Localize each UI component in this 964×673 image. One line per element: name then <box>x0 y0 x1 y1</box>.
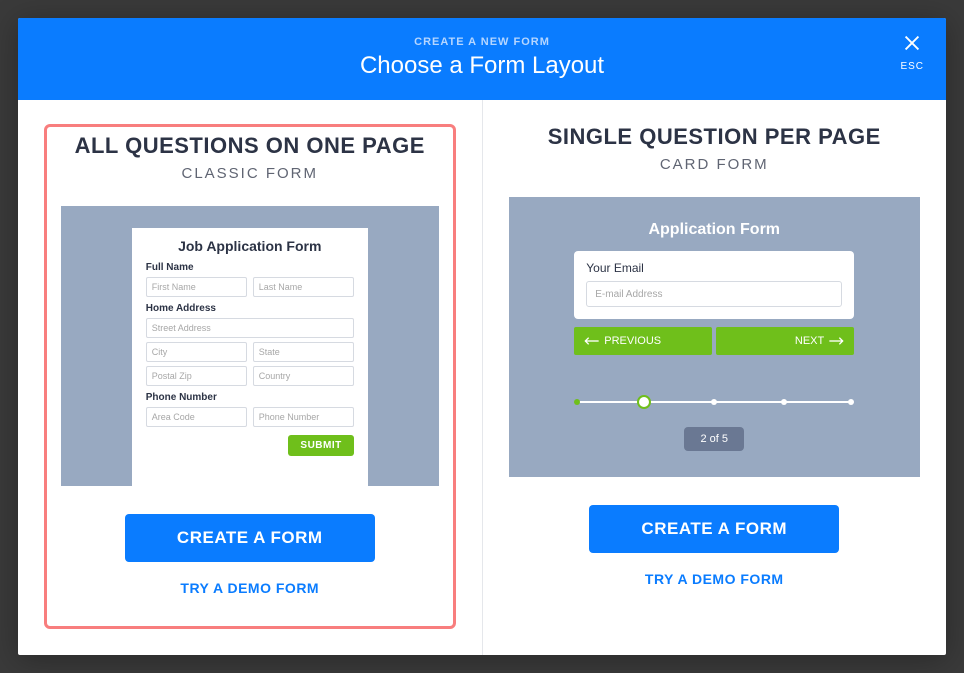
card-next-button: NEXT <box>716 327 854 355</box>
create-card-button[interactable]: CREATE A FORM <box>589 505 839 553</box>
label-address: Home Address <box>146 303 354 314</box>
option-subtitle: CARD FORM <box>660 156 769 173</box>
input-country: Country <box>253 366 354 386</box>
classic-form-title: Job Application Form <box>146 238 354 254</box>
card-prev-button: PREVIOUS <box>574 327 712 355</box>
close-label: ESC <box>900 61 924 72</box>
modal-header: CREATE A NEW FORM Choose a Form Layout E… <box>18 18 946 100</box>
progress-bar <box>574 395 854 409</box>
option-card[interactable]: SINGLE QUESTION PER PAGE CARD FORM Appli… <box>482 100 947 655</box>
input-street: Street Address <box>146 318 354 338</box>
demo-classic-link[interactable]: TRY A DEMO FORM <box>180 580 319 596</box>
input-phone: Phone Number <box>253 407 354 427</box>
card-field-label: Your Email <box>586 261 842 275</box>
classic-preview: Job Application Form Full Name First Nam… <box>61 206 439 486</box>
label-phone: Phone Number <box>146 392 354 403</box>
input-firstname: First Name <box>146 277 247 297</box>
arrow-right-icon <box>828 336 844 346</box>
close-button[interactable]: ESC <box>900 32 924 72</box>
demo-card-link[interactable]: TRY A DEMO FORM <box>645 571 784 587</box>
close-icon <box>901 32 923 54</box>
modal-body: ALL QUESTIONS ON ONE PAGE CLASSIC FORM J… <box>18 100 946 655</box>
input-city: City <box>146 342 247 362</box>
label-fullname: Full Name <box>146 262 354 273</box>
modal: CREATE A NEW FORM Choose a Form Layout E… <box>18 18 946 655</box>
progress-label: 2 of 5 <box>684 427 744 451</box>
card-form-title: Application Form <box>574 221 854 239</box>
input-postal: Postal Zip <box>146 366 247 386</box>
card-input: E-mail Address <box>586 281 842 307</box>
option-subtitle: CLASSIC FORM <box>181 165 318 182</box>
input-state: State <box>253 342 354 362</box>
input-areacode: Area Code <box>146 407 247 427</box>
card-preview: Application Form Your Email E-mail Addre… <box>509 197 921 477</box>
backdrop: CREATE A NEW FORM Choose a Form Layout E… <box>0 0 964 673</box>
next-label: NEXT <box>795 335 824 347</box>
option-classic[interactable]: ALL QUESTIONS ON ONE PAGE CLASSIC FORM J… <box>18 100 482 655</box>
input-lastname: Last Name <box>253 277 354 297</box>
card-box: Your Email E-mail Address <box>574 251 854 319</box>
header-title: Choose a Form Layout <box>38 52 926 80</box>
header-kicker: CREATE A NEW FORM <box>38 36 926 48</box>
option-title: ALL QUESTIONS ON ONE PAGE <box>75 133 425 159</box>
arrow-left-icon <box>584 336 600 346</box>
submit-button: SUBMIT <box>288 435 353 456</box>
create-classic-button[interactable]: CREATE A FORM <box>125 514 375 562</box>
option-title: SINGLE QUESTION PER PAGE <box>548 124 881 150</box>
classic-form-card: Job Application Form Full Name First Nam… <box>132 228 368 486</box>
prev-label: PREVIOUS <box>604 335 661 347</box>
